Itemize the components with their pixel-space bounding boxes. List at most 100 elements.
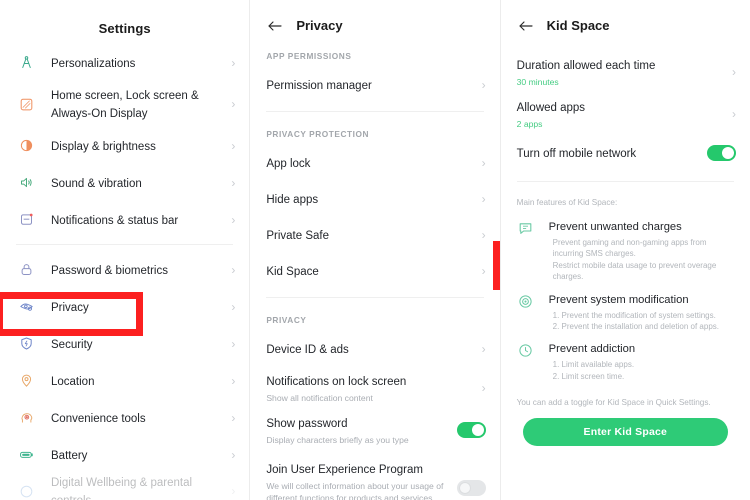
show-password-toggle[interactable] bbox=[456, 422, 486, 438]
sidebar-item-label: Battery bbox=[51, 449, 88, 462]
privacy-page-title: Privacy bbox=[296, 18, 343, 33]
sidebar-item-location[interactable]: Location › bbox=[0, 362, 249, 399]
chevron-right-icon: › bbox=[231, 262, 236, 277]
list-item-sublabel: We will collect information about your u… bbox=[266, 481, 444, 500]
sidebar-item-security[interactable]: Security › bbox=[0, 325, 249, 362]
chevron-right-icon: › bbox=[731, 65, 736, 79]
sidebar-item-privacy[interactable]: Privacy › bbox=[0, 288, 249, 325]
chevron-right-icon: › bbox=[231, 336, 236, 351]
sidebar-item-label: Display & brightness bbox=[51, 140, 156, 153]
message-icon bbox=[518, 219, 536, 283]
list-item-notifications-lock-screen[interactable]: Notifications on lock screen Show all no… bbox=[250, 367, 499, 409]
chevron-right-icon: › bbox=[231, 484, 236, 498]
list-item-hide-apps[interactable]: Hide apps › bbox=[250, 181, 499, 217]
list-item-label: Private Safe bbox=[266, 230, 329, 242]
section-divider bbox=[266, 111, 484, 112]
sidebar-item-digital-wellbeing[interactable]: Digital Wellbeing & parental controls › bbox=[0, 473, 249, 500]
chevron-right-icon: › bbox=[231, 97, 236, 111]
chevron-right-icon: › bbox=[231, 212, 236, 227]
sidebar-item-battery[interactable]: Battery › bbox=[0, 436, 249, 473]
sidebar-item-label: Sound & vibration bbox=[51, 177, 142, 190]
chevron-right-icon: › bbox=[231, 138, 236, 153]
list-item-allowed-apps[interactable]: Allowed apps 2 apps › bbox=[501, 93, 750, 135]
wellbeing-icon bbox=[16, 484, 37, 499]
location-pin-icon bbox=[16, 373, 37, 388]
sidebar-item-personalizations[interactable]: Personalizations › bbox=[0, 44, 249, 81]
sidebar-item-convenience-tools[interactable]: Convenience tools › bbox=[0, 399, 249, 436]
list-item-label: Duration allowed each time bbox=[516, 60, 656, 72]
sidebar-item-label: Convenience tools bbox=[51, 412, 146, 425]
chevron-right-icon: › bbox=[231, 55, 236, 70]
home-screen-icon bbox=[16, 97, 37, 112]
sidebar-item-label: Password & biometrics bbox=[51, 264, 168, 277]
sidebar-item-display-brightness[interactable]: Display & brightness › bbox=[0, 127, 249, 164]
list-item-turn-off-mobile-network[interactable]: Turn off mobile network bbox=[501, 135, 750, 171]
section-caption-app-permissions: APP PERMISSIONS bbox=[266, 51, 352, 61]
compass-icon bbox=[16, 55, 37, 70]
sidebar-item-label: Home screen, Lock screen & Always-On Dis… bbox=[51, 90, 199, 120]
feature-title: Prevent system modification bbox=[548, 293, 689, 306]
list-item-device-id-ads[interactable]: Device ID & ads › bbox=[250, 331, 499, 367]
chevron-right-icon: › bbox=[481, 342, 486, 356]
list-item-sublabel: Display characters briefly as you type bbox=[266, 435, 409, 445]
sidebar-item-label: Location bbox=[51, 375, 95, 388]
list-divider bbox=[16, 244, 234, 245]
list-item-label: Allowed apps bbox=[516, 102, 586, 114]
back-arrow-icon[interactable] bbox=[518, 19, 534, 33]
sidebar-item-label: Notifications & status bar bbox=[51, 214, 179, 227]
notifications-icon bbox=[16, 212, 37, 227]
chevron-right-icon: › bbox=[231, 447, 236, 462]
list-item-label: Turn off mobile network bbox=[516, 148, 637, 160]
section-caption-privacy-protection: PRIVACY PROTECTION bbox=[266, 129, 370, 139]
list-item-value: 2 apps bbox=[516, 119, 543, 129]
list-item-private-safe[interactable]: Private Safe › bbox=[250, 217, 499, 253]
chevron-right-icon: › bbox=[481, 381, 486, 395]
chevron-right-icon: › bbox=[481, 156, 486, 170]
list-item-label: Kid Space bbox=[266, 266, 319, 278]
list-item-value: 30 minutes bbox=[516, 77, 559, 87]
feature-description: Prevent gaming and non-gaming apps from … bbox=[552, 238, 717, 282]
section-caption-privacy: PRIVACY bbox=[266, 315, 307, 325]
kid-space-page-title: Kid Space bbox=[546, 18, 610, 33]
clock-icon bbox=[518, 341, 536, 382]
enter-kid-space-button-wrap: Enter Kid Space bbox=[501, 418, 750, 447]
chevron-right-icon: › bbox=[231, 410, 236, 425]
enter-kid-space-button[interactable]: Enter Kid Space bbox=[522, 418, 728, 447]
sidebar-item-password-biometrics[interactable]: Password & biometrics › bbox=[0, 251, 249, 288]
list-item-app-lock[interactable]: App lock › bbox=[250, 145, 499, 181]
chevron-right-icon: › bbox=[231, 175, 236, 190]
mobile-network-toggle[interactable] bbox=[706, 145, 736, 161]
list-item-permission-manager[interactable]: Permission manager › bbox=[250, 67, 499, 103]
gear-circle-icon bbox=[518, 292, 536, 333]
chevron-right-icon: › bbox=[231, 299, 236, 314]
chevron-right-icon: › bbox=[481, 192, 486, 206]
head-icon bbox=[16, 410, 37, 425]
section-divider bbox=[516, 181, 734, 182]
list-item-kid-space[interactable]: Kid Space › bbox=[250, 253, 499, 289]
kid-space-panel: Kid Space Duration allowed each time 30 … bbox=[500, 0, 750, 500]
battery-icon bbox=[16, 447, 37, 462]
back-arrow-icon[interactable] bbox=[267, 19, 283, 33]
list-item-show-password[interactable]: Show password Display characters briefly… bbox=[250, 409, 499, 451]
sidebar-item-sound-vibration[interactable]: Sound & vibration › bbox=[0, 164, 249, 201]
user-experience-program-toggle[interactable] bbox=[456, 480, 486, 496]
list-item-label: Notifications on lock screen bbox=[266, 376, 407, 388]
list-item-label: Join User Experience Program bbox=[266, 464, 423, 476]
sidebar-item-label: Digital Wellbeing & parental controls bbox=[51, 477, 193, 500]
section-divider bbox=[266, 297, 484, 298]
settings-page-title: Settings bbox=[98, 21, 151, 36]
feature-description: 1. Prevent the modification of system se… bbox=[552, 310, 719, 332]
feature-description: 1. Limit available apps. 2. Limit screen… bbox=[552, 360, 635, 381]
list-item-duration-allowed[interactable]: Duration allowed each time 30 minutes › bbox=[501, 51, 750, 93]
sidebar-item-label: Privacy bbox=[51, 301, 89, 314]
chevron-right-icon: › bbox=[481, 78, 486, 92]
feature-title: Prevent unwanted charges bbox=[548, 221, 682, 233]
feature-prevent-system-modification: Prevent system modification 1. Prevent t… bbox=[501, 292, 750, 333]
chevron-right-icon: › bbox=[481, 228, 486, 242]
list-item-label: Show password bbox=[266, 418, 348, 430]
sidebar-item-home-screen[interactable]: Home screen, Lock screen & Always-On Dis… bbox=[0, 81, 249, 127]
features-caption: Main features of Kid Space: bbox=[516, 198, 618, 207]
sidebar-item-notifications[interactable]: Notifications & status bar › bbox=[0, 201, 249, 238]
chevron-right-icon: › bbox=[731, 107, 736, 121]
list-item-user-experience-program[interactable]: Join User Experience Program We will col… bbox=[250, 451, 499, 500]
